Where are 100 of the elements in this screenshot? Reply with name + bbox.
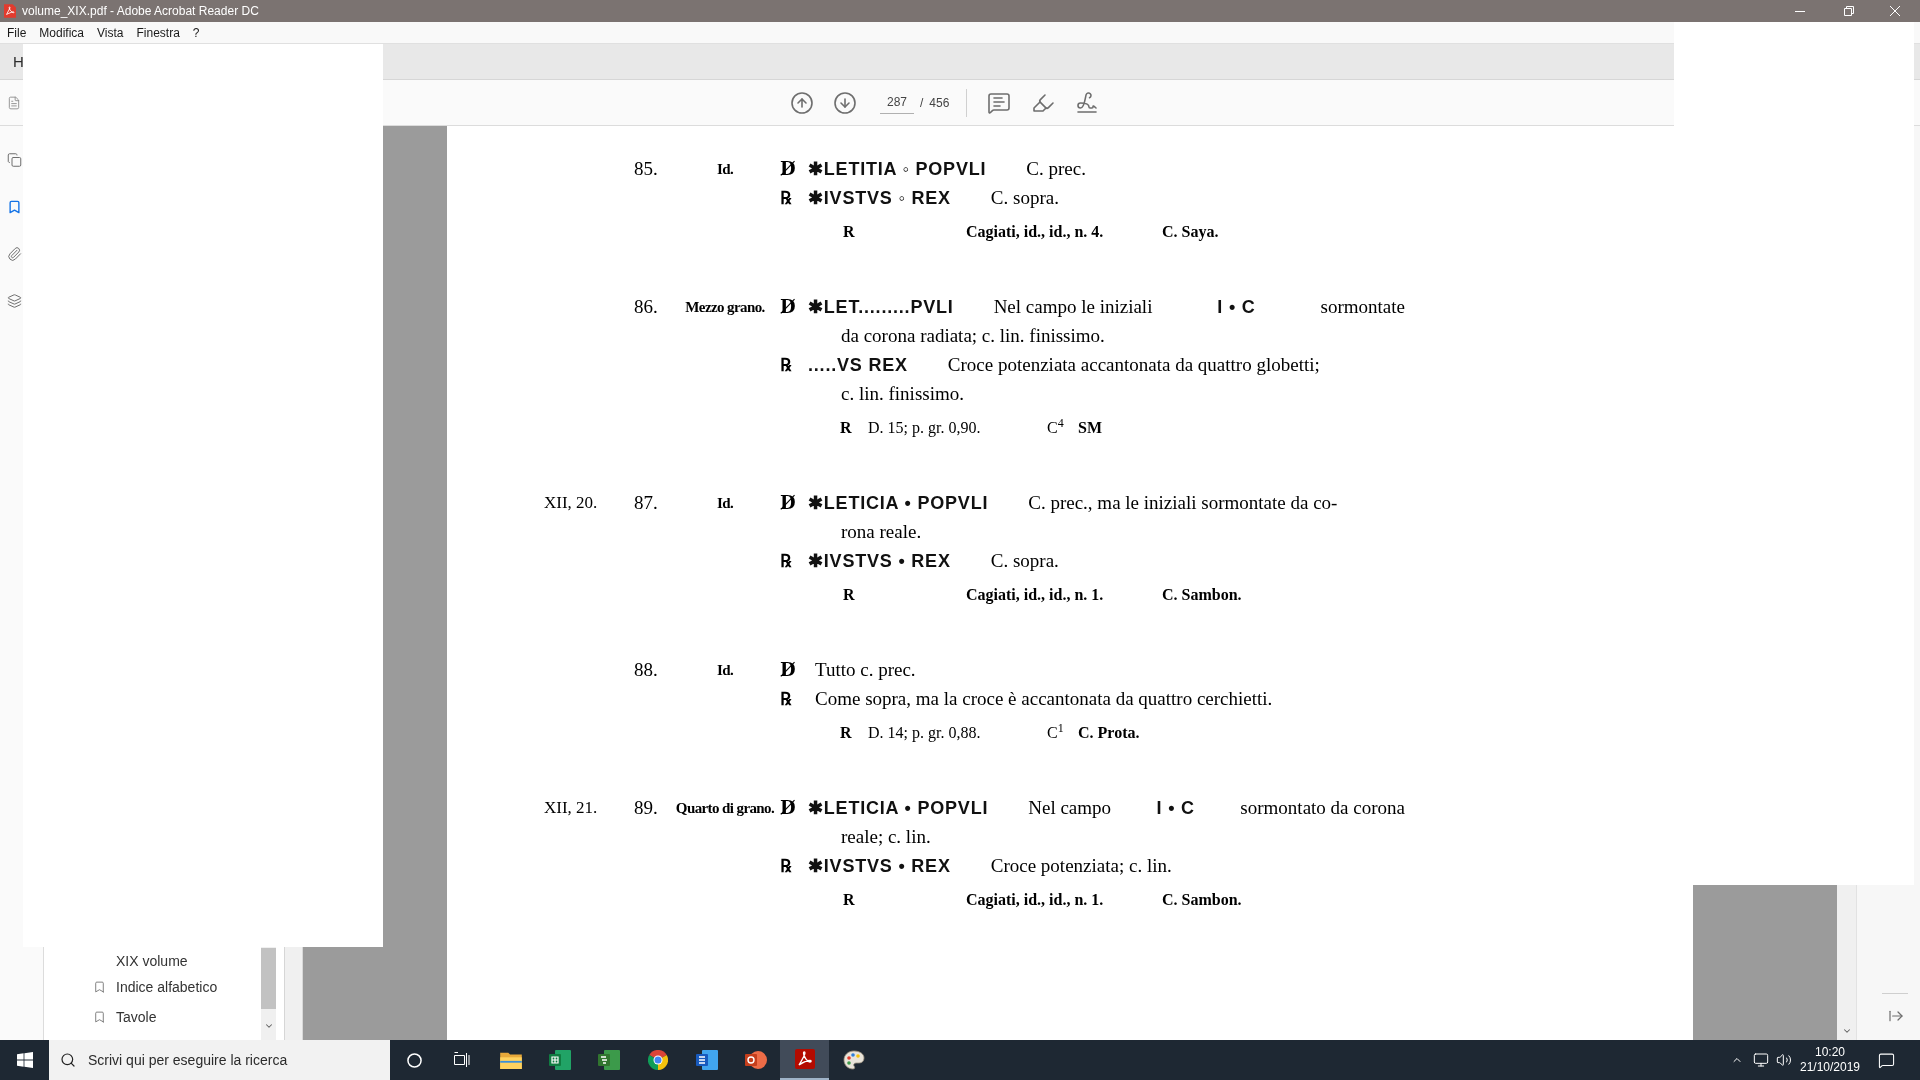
page-count: 456	[929, 94, 950, 112]
source-citation: Cagiati, id., id., n. 1.	[966, 889, 1104, 911]
side-symbol: D̸	[780, 657, 796, 682]
rarity-mark: R	[840, 417, 852, 438]
side-symbol: ℞	[780, 686, 791, 711]
description-text: da corona radiata; c. lin. finissimo.	[841, 323, 1105, 348]
source-citation: Cagiati, id., id., n. 1.	[966, 584, 1104, 606]
coin-legend: I • C	[1217, 294, 1256, 319]
plate-reference: XII, 21.	[544, 796, 598, 819]
clock-date[interactable]: 21/10/2019	[1799, 1060, 1861, 1075]
menu-item[interactable]: Finestra	[136, 24, 180, 41]
collection-name: C. Sambon.	[1162, 584, 1242, 605]
close-icon[interactable]	[1890, 6, 1900, 16]
description-text: C. prec.	[1026, 156, 1086, 181]
minimize-icon[interactable]	[1795, 10, 1805, 12]
coin-legend: ✱IVSTVS ◦ REX	[808, 185, 951, 210]
word-processor-icon	[695, 1050, 718, 1070]
bookmark-label[interactable]: Tavole	[116, 1006, 157, 1028]
start-icon[interactable]	[16, 1052, 33, 1068]
side-symbol: D̸	[780, 490, 796, 515]
bookmark-icon[interactable]	[7, 199, 22, 215]
collection-name: C. Sambon.	[1162, 889, 1242, 910]
notification-icon[interactable]	[1878, 1051, 1895, 1069]
description-text: Croce potenziata; c. lin.	[990, 853, 1172, 878]
coin-legend: ✱LETITIA ◦ POPVLI	[808, 156, 987, 181]
entry-number: 88.	[634, 657, 658, 682]
coin-legend: ✱LETICIA • POPVLI	[808, 795, 989, 820]
circle-icon[interactable]	[406, 1052, 422, 1068]
description-text: sormontate	[1320, 294, 1405, 319]
side-symbol: ℞	[780, 853, 791, 878]
tab[interactable]: H	[13, 49, 24, 74]
menu-item[interactable]: ?	[192, 24, 200, 41]
description-text: rona reale.	[841, 519, 922, 544]
description-text: reale; c. lin.	[841, 824, 931, 849]
comment-icon[interactable]	[987, 90, 1012, 115]
pages-icon[interactable]	[7, 152, 22, 168]
menu-item[interactable]: Modifica	[39, 24, 85, 41]
source-citation: Cagiati, id., id., n. 4.	[966, 221, 1104, 243]
network-icon[interactable]	[1753, 1052, 1769, 1068]
task-view-icon[interactable]	[454, 1052, 470, 1068]
coin-legend: I • C	[1156, 795, 1195, 820]
rarity-grade: C$^{1}$	[1047, 721, 1064, 743]
side-symbol: ℞	[780, 352, 791, 377]
description-text: Nel campo le iniziali	[993, 294, 1153, 319]
entry-number: 89.	[634, 795, 658, 820]
rarity-mark: R	[840, 722, 852, 743]
signature-icon[interactable]	[1075, 90, 1100, 115]
clock-time[interactable]: 10:20	[1815, 1045, 1845, 1060]
layers-icon[interactable]	[7, 293, 22, 309]
previous-page-icon[interactable]	[790, 90, 814, 115]
coin-denomination: Id.	[716, 159, 734, 179]
entry-number: 87.	[634, 490, 658, 515]
bookmark-label[interactable]: XIX volume	[116, 950, 188, 972]
description-text: c. lin. finissimo.	[841, 381, 964, 406]
description-text: C. prec., ma le iniziali sormontate da co-	[1028, 490, 1338, 515]
coin-denomination: Quarto di grano.	[675, 798, 775, 818]
menu-item[interactable]: File	[7, 24, 27, 41]
coin-legend: ✱IVSTVS • REX	[808, 853, 951, 878]
collection-name: SM	[1078, 417, 1102, 438]
description-text: Croce potenziata accantonata da quattro globetti;	[947, 352, 1320, 377]
coin-legend: .....VS REX	[808, 352, 908, 377]
rarity-mark: R	[843, 221, 855, 242]
menu-item[interactable]: Vista	[97, 24, 124, 41]
browser-icon	[647, 1050, 668, 1070]
measurements-text: D. 14; p. gr. 0,88.	[868, 722, 981, 744]
coin-legend: ✱LET.........PVLI	[808, 294, 954, 319]
side-symbol: ℞	[780, 185, 791, 210]
entry-number: 85.	[634, 156, 658, 181]
page-separator: /	[920, 94, 924, 112]
measurements-text: D. 15; p. gr. 0,90.	[868, 417, 981, 439]
paperclip-icon[interactable]	[7, 246, 22, 262]
presentation-app-icon	[744, 1050, 767, 1070]
description-text: C. sopra.	[990, 185, 1059, 210]
coin-legend: ✱IVSTVS • REX	[808, 548, 951, 573]
bookmark-label[interactable]: Indice alfabetico	[116, 976, 218, 998]
entry-number: 86.	[634, 294, 658, 319]
search-field[interactable]: Scrivi qui per eseguire la ricerca	[49, 1040, 390, 1080]
scroll-down-icon[interactable]	[263, 1021, 274, 1031]
volume-icon[interactable]	[1776, 1052, 1792, 1068]
pdf-reader-icon	[794, 1049, 815, 1069]
coin-denomination: Id.	[716, 493, 734, 513]
collection-name: C. Saya.	[1162, 221, 1219, 243]
restore-icon[interactable]	[1844, 6, 1854, 16]
rarity-mark: R	[843, 889, 855, 910]
collection-name: C. Prota.	[1078, 722, 1140, 743]
description-text: Come sopra, ma la croce è accantonata da quattro cerchietti.	[815, 686, 1273, 711]
rarity-mark: R	[843, 584, 855, 605]
page-number-field[interactable]: 287	[880, 91, 914, 114]
palette-icon	[842, 1050, 865, 1070]
coin-legend: ✱LETICIA • POPVLI	[808, 490, 989, 515]
scroll-down-icon[interactable]	[1841, 1026, 1852, 1036]
pdf-file-icon	[4, 4, 16, 18]
coin-denomination: Mezzo grano.	[685, 297, 765, 317]
search-icon	[60, 1052, 76, 1068]
next-page-icon[interactable]	[833, 90, 857, 115]
description-text: Nel campo	[1028, 795, 1112, 820]
scrollbar-thumb[interactable]	[261, 948, 276, 1009]
side-symbol: ℞	[780, 548, 791, 573]
window-title: volume_XIX.pdf - Adobe Acrobat Reader DC	[22, 3, 259, 19]
description-text: C. sopra.	[990, 548, 1059, 573]
